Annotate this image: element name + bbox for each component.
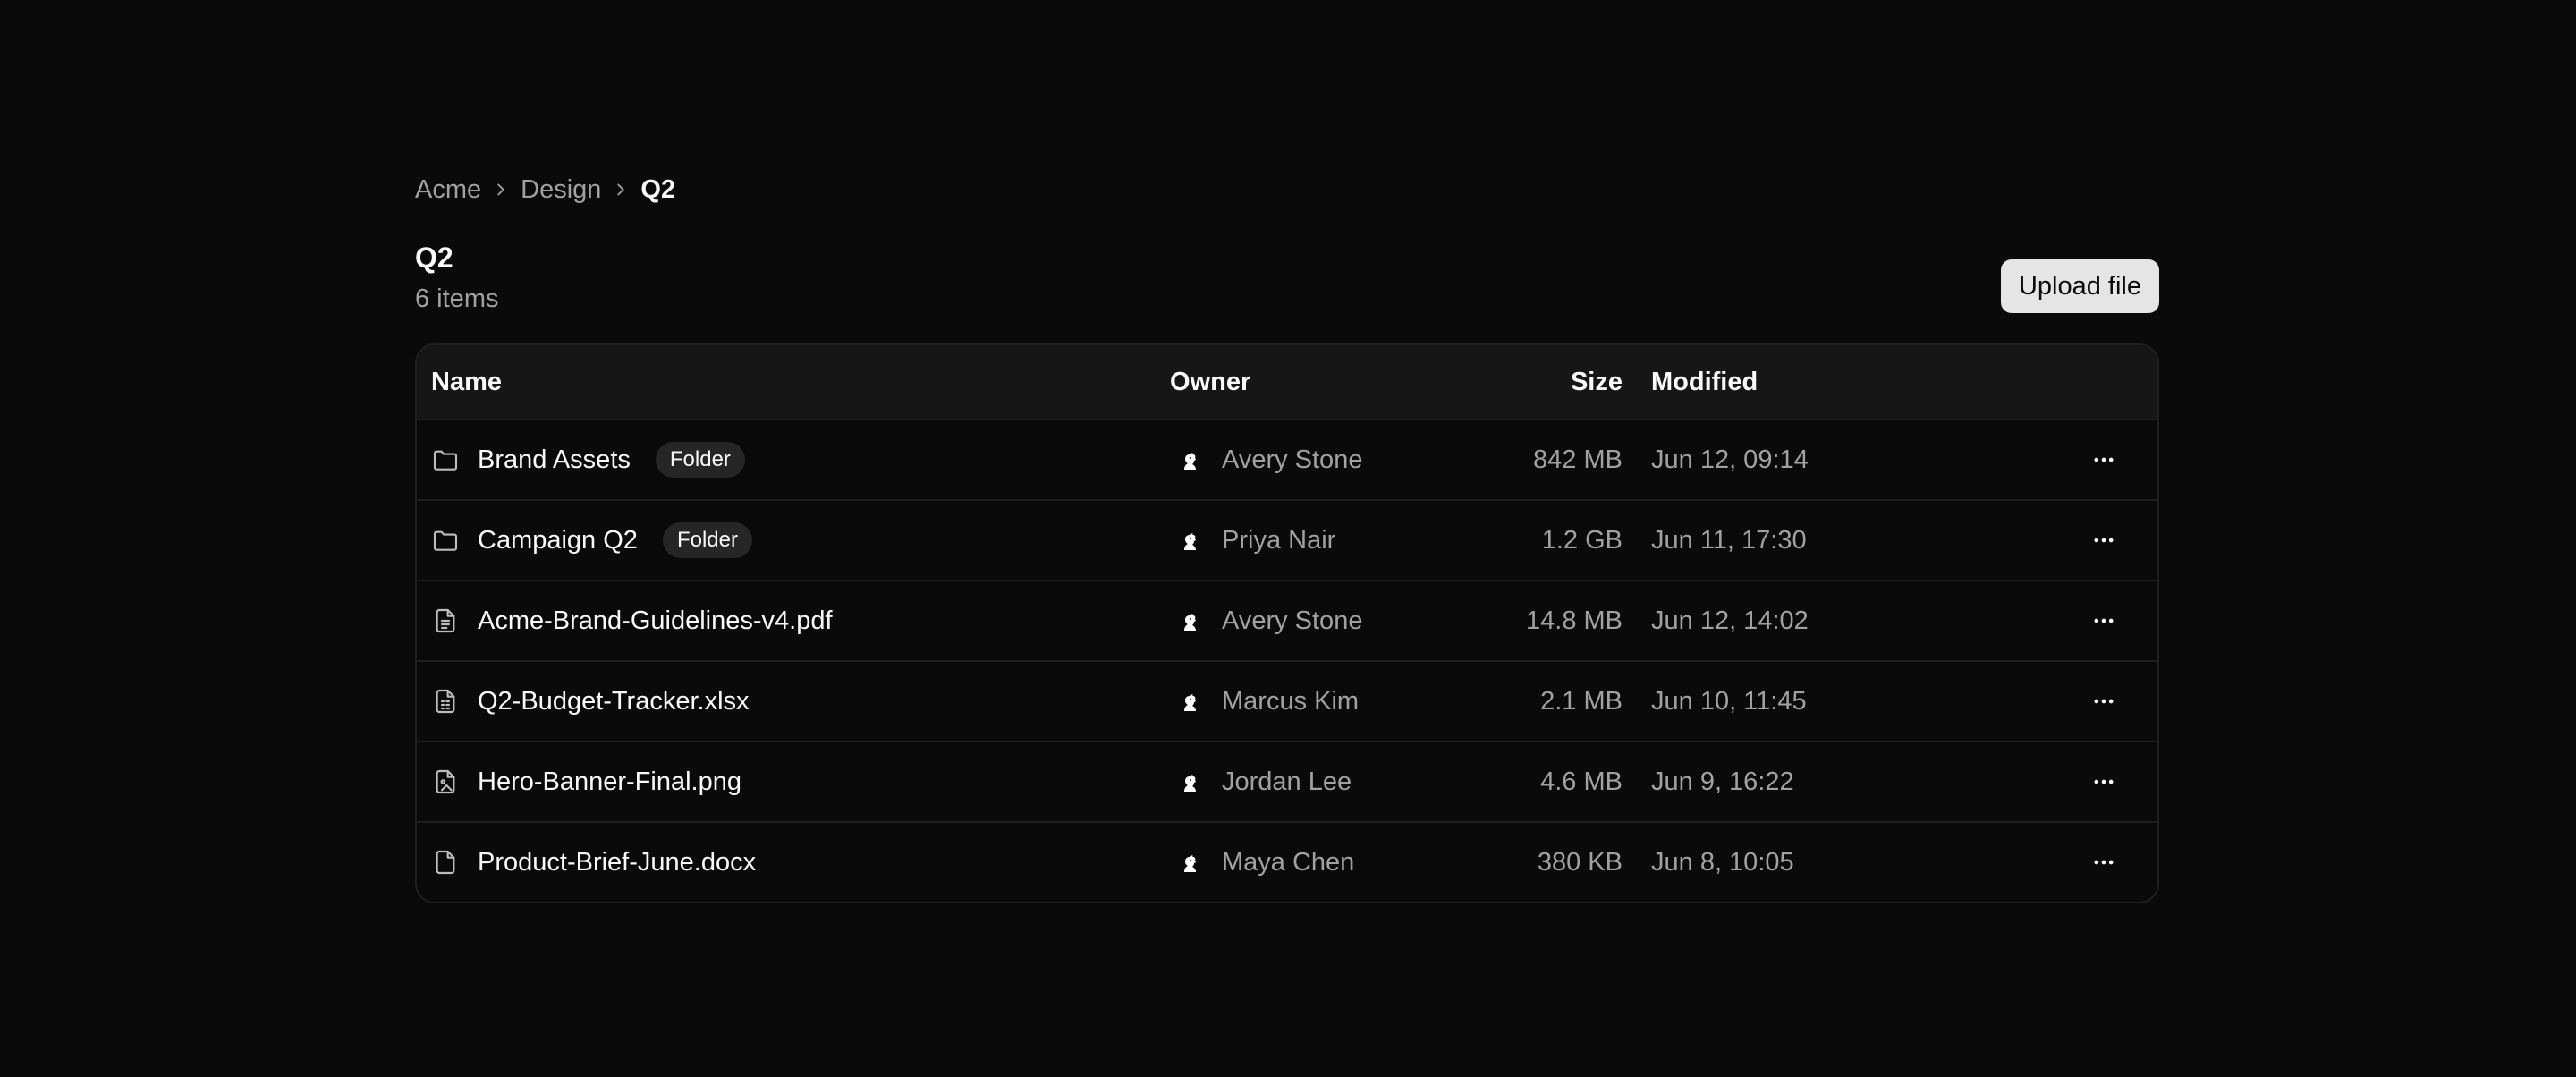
file-name[interactable]: Q2-Budget-Tracker.xlsx xyxy=(478,687,750,717)
cell-actions xyxy=(1932,843,2157,882)
cell-owner: Marcus Kim xyxy=(1170,685,1447,717)
type-badge: Folder xyxy=(662,522,752,558)
files-table: Name Owner Size Modified Brand Assets Fol… xyxy=(415,343,2159,903)
cell-size: 380 KB xyxy=(1537,847,1623,877)
file-name[interactable]: Brand Assets xyxy=(478,445,631,475)
owner-name: Maya Chen xyxy=(1222,847,1355,877)
cell-name: Product-Brief-June.docx xyxy=(417,848,1170,878)
breadcrumb-item-acme[interactable]: Acme xyxy=(415,175,481,205)
breadcrumb-current: Q2 xyxy=(640,174,676,204)
document-file-icon xyxy=(431,848,460,877)
breadcrumb-item-design[interactable]: Design xyxy=(521,175,601,205)
table-body: Brand Assets Folder Avery Stone 842 MB Jun 1… xyxy=(417,419,2157,902)
avatar xyxy=(1174,766,1206,798)
table-header: Name Owner Size Modified xyxy=(417,345,2157,419)
cell-actions xyxy=(1932,601,2157,640)
cell-name: Brand Assets Folder xyxy=(417,442,1170,478)
upload-file-button[interactable]: Upload file xyxy=(2000,259,2159,313)
file-name[interactable]: Acme-Brand-Guidelines-v4.pdf xyxy=(478,606,833,636)
cell-name: Hero-Banner-Final.png xyxy=(417,767,1170,797)
column-header-modified[interactable]: Modified xyxy=(1637,368,1932,397)
cell-actions xyxy=(1932,682,2157,721)
column-header-owner[interactable]: Owner xyxy=(1170,368,1447,397)
avatar xyxy=(1174,605,1206,637)
page-header: Q2 6 items Upload file xyxy=(415,233,2159,331)
more-options-icon[interactable] xyxy=(2084,682,2123,721)
table-row[interactable]: Acme-Brand-Guidelines-v4.pdf Avery Stone 1… xyxy=(417,580,2157,660)
avatar xyxy=(1174,524,1206,556)
item-count: 6 items xyxy=(415,284,499,313)
cell-modified: Jun 8, 10:05 xyxy=(1651,847,1794,877)
cell-actions xyxy=(1932,440,2157,479)
cell-modified: Jun 10, 11:45 xyxy=(1651,686,1807,716)
cell-owner: Priya Nair xyxy=(1170,524,1447,556)
cell-owner: Jordan Lee xyxy=(1170,766,1447,798)
avatar xyxy=(1174,846,1206,878)
owner-name: Marcus Kim xyxy=(1222,686,1360,716)
spreadsheet-file-icon xyxy=(431,687,460,716)
column-header-name[interactable]: Name xyxy=(417,368,1170,397)
cell-size: 4.6 MB xyxy=(1540,767,1623,796)
file-name[interactable]: Product-Brief-June.docx xyxy=(478,848,756,878)
type-badge: Folder xyxy=(655,442,745,478)
cell-actions xyxy=(1932,521,2157,560)
more-options-icon[interactable] xyxy=(2084,521,2123,560)
image-file-icon xyxy=(431,767,460,796)
table-row[interactable]: Product-Brief-June.docx Maya Chen 380 KB Ju… xyxy=(417,821,2157,902)
pdf-file-icon xyxy=(431,606,460,635)
page-title: Q2 xyxy=(415,242,453,274)
cell-owner: Avery Stone xyxy=(1170,605,1447,637)
cell-modified: Jun 11, 17:30 xyxy=(1651,525,1807,555)
cell-actions xyxy=(1932,762,2157,801)
cell-modified: Jun 12, 09:14 xyxy=(1651,445,1809,474)
cell-name: Acme-Brand-Guidelines-v4.pdf xyxy=(417,606,1170,636)
table-row[interactable]: Hero-Banner-Final.png Jordan Lee 4.6 MB Jun… xyxy=(417,741,2157,821)
more-options-icon[interactable] xyxy=(2084,440,2123,479)
table-row[interactable]: Q2-Budget-Tracker.xlsx Marcus Kim 2.1 MB Ju… xyxy=(417,660,2157,741)
avatar xyxy=(1174,685,1206,717)
file-browser: Acme Design Q2 Q2 6 items Upload file Na… xyxy=(415,165,2159,903)
cell-name: Campaign Q2 Folder xyxy=(417,522,1170,558)
avatar xyxy=(1174,444,1206,476)
breadcrumb: Acme Design Q2 xyxy=(415,165,2159,215)
file-name[interactable]: Campaign Q2 xyxy=(478,526,638,555)
table-row[interactable]: Brand Assets Folder Avery Stone 842 MB Jun 1… xyxy=(417,419,2157,499)
chevron-right-icon xyxy=(601,180,640,199)
cell-owner: Avery Stone xyxy=(1170,444,1447,476)
cell-size: 2.1 MB xyxy=(1540,686,1623,716)
cell-size: 14.8 MB xyxy=(1526,606,1623,635)
cell-name: Q2-Budget-Tracker.xlsx xyxy=(417,687,1170,717)
cell-size: 1.2 GB xyxy=(1541,525,1623,555)
folder-icon xyxy=(431,445,460,474)
cell-owner: Maya Chen xyxy=(1170,846,1447,878)
file-name[interactable]: Hero-Banner-Final.png xyxy=(478,767,741,797)
cell-modified: Jun 9, 16:22 xyxy=(1651,767,1794,796)
owner-name: Avery Stone xyxy=(1222,445,1363,474)
cell-size: 842 MB xyxy=(1533,445,1623,474)
more-options-icon[interactable] xyxy=(2084,843,2123,882)
column-header-size[interactable]: Size xyxy=(1447,368,1637,397)
owner-name: Jordan Lee xyxy=(1222,767,1352,796)
table-row[interactable]: Campaign Q2 Folder Priya Nair 1.2 GB Jun 11,… xyxy=(417,499,2157,580)
owner-name: Priya Nair xyxy=(1222,525,1336,555)
chevron-right-icon xyxy=(481,180,521,199)
more-options-icon[interactable] xyxy=(2084,601,2123,640)
owner-name: Avery Stone xyxy=(1222,606,1363,635)
more-options-icon[interactable] xyxy=(2084,762,2123,801)
cell-modified: Jun 12, 14:02 xyxy=(1651,606,1809,635)
folder-icon xyxy=(431,526,460,555)
